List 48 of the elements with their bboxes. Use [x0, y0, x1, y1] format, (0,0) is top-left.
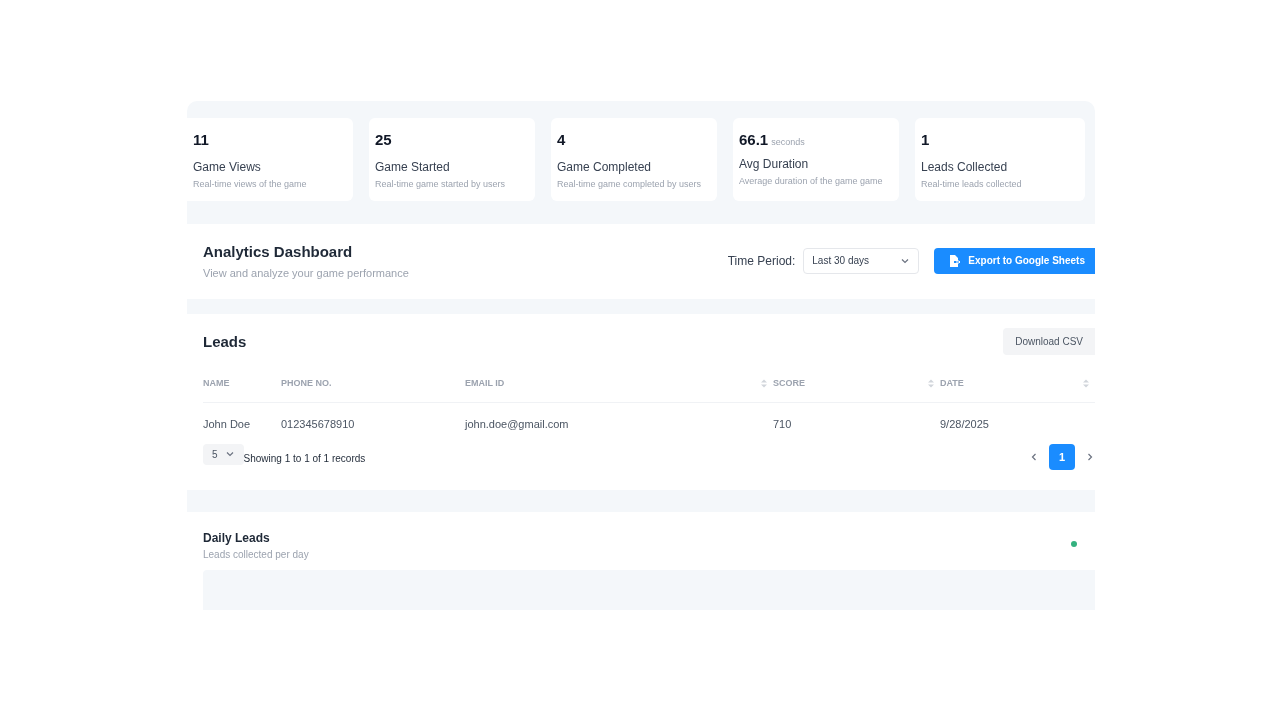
daily-leads-subtitle: Leads collected per day [203, 549, 309, 560]
sort-icon [1083, 378, 1089, 388]
stat-description: Real-time game completed by users [557, 179, 703, 189]
stat-title: Leads Collected [921, 160, 1009, 174]
column-header: PHONE NO. [281, 364, 465, 403]
sort-icon [761, 378, 767, 388]
records-summary: Showing 1 to 1 of 1 records [243, 451, 367, 464]
next-page-button[interactable] [1085, 452, 1095, 462]
column-header[interactable]: EMAIL ID [465, 364, 773, 403]
column-header[interactable]: DATE [940, 364, 1095, 403]
stat-value: 11 [193, 131, 209, 148]
dashboard-title: Analytics Dashboard [203, 242, 354, 260]
table-cell-text: john.doe@gmail.com [465, 417, 570, 432]
column-header[interactable]: SCORE [773, 364, 940, 403]
table-cell-text: 710 [773, 417, 793, 432]
sheet-export-icon [948, 254, 961, 267]
dashboard-subtitle: View and analyze your game performance [203, 266, 410, 279]
stat-description: Real-time views of the game [193, 179, 308, 189]
stat-description: Real-time game started by users [375, 179, 507, 189]
leads-title: Leads [203, 333, 247, 350]
download-csv-button[interactable]: Download CSV [1003, 328, 1095, 355]
time-period-label: Time Period: [727, 253, 796, 268]
stat-unit: seconds [771, 137, 805, 147]
chevron-left-icon [1029, 452, 1039, 462]
previous-page-button[interactable] [1029, 452, 1039, 462]
chevron-right-icon [1085, 452, 1095, 462]
table-cell-text: 9/28/2025 [940, 417, 990, 432]
stat-value: 4 [557, 131, 566, 148]
stat-title: Game Views [193, 160, 262, 174]
table-cell-text: John Doe [203, 417, 252, 432]
legend-dot-icon [1071, 541, 1077, 547]
stat-description: Real-time leads collected [921, 179, 1023, 189]
table-cell-text: 012345678910 [281, 417, 356, 432]
sort-icon [928, 378, 934, 388]
stat-value: 25 [375, 131, 392, 148]
stat-value: 1 [921, 131, 930, 148]
daily-leads-title: Daily Leads [203, 531, 271, 545]
stat-title: Avg Duration [739, 157, 810, 171]
time-period-dropdown[interactable]: Last 30 days [803, 247, 920, 274]
page-size-dropdown[interactable]: 5 [203, 443, 244, 465]
export-button[interactable]: Export to Google Sheets [934, 247, 1095, 274]
stat-title: Game Completed [557, 160, 653, 174]
stat-title: Game Started [375, 160, 451, 174]
column-header: NAME [203, 364, 281, 403]
page-button[interactable]: 1 [1049, 444, 1075, 470]
chevron-down-icon [224, 449, 235, 459]
stat-description: Average duration of the game game [739, 176, 884, 186]
stat-value: 66.1 [739, 131, 769, 148]
